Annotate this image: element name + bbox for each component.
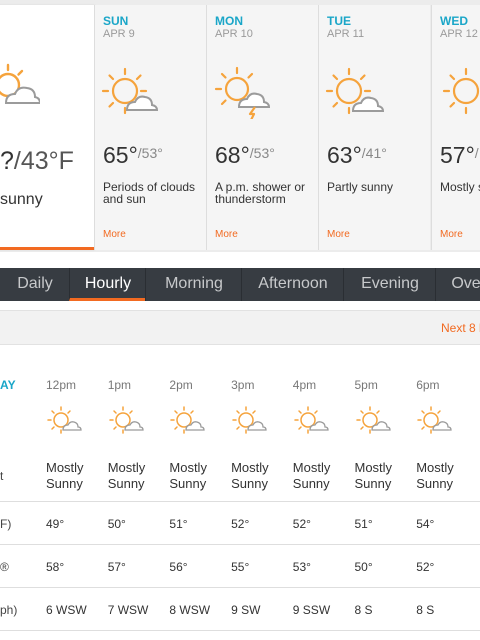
hour-time: 3pm [231,378,255,392]
hour-condition: Mostly Sunny [107,460,146,491]
partly-cloudy-icon [101,67,159,115]
day-card-wed[interactable]: WED APR 12 57°/ Mostly s More [431,5,480,250]
hour-column: 2pm Mostly Sunny 51° 56° 8 WSW [169,346,231,640]
day-name: TUE [327,14,351,28]
tab-afternoon[interactable]: Afternoon [241,268,344,301]
mostly-sunny-icon [46,404,82,436]
day-description: Mostly s [440,180,480,194]
hour-time: 6pm [416,378,440,392]
day-date: APR 10 [215,28,253,40]
hour-realfeel: 56° [169,560,188,574]
day-name: WED [440,14,468,28]
mostly-sunny-icon [169,404,206,436]
next-hours-link[interactable]: Next 8 h [441,321,480,335]
thunderstorm-icon [214,66,271,119]
day-card-sun[interactable]: SUN APR 9 65°/53° Periods of clouds and … [94,5,206,250]
hour-column: 6pm Mostly Sunny 54° 52° 8 S [416,346,478,640]
hour-temperature: 51° [354,517,373,531]
tab-overnight[interactable]: Ove [435,268,480,301]
hourly-forecast-table: AY t F) ® ph) 12pm Mostly Sunny 49° 58° 6 WSW… [0,346,480,640]
hour-column: 4pm Mostly Sunny 52° 53° 9 SSW [293,346,355,640]
hour-wind: 9 SSW [292,603,331,617]
hour-realfeel: 52° [416,560,435,574]
tab-morning[interactable]: Morning [145,268,242,301]
hour-condition: Mostly Sunny [46,460,84,491]
more-link[interactable]: More [103,229,126,240]
hour-condition: Mostly Sunny [292,460,331,491]
hour-time: 12pm [46,378,77,392]
hour-wind: 8 WSW [169,603,211,617]
today-temperature: ?/43°F [0,147,74,175]
hour-condition: Mostly Sunny [169,460,207,491]
today-description: sunny [0,191,43,208]
tab-hourly[interactable]: Hourly [69,268,146,301]
mostly-sunny-icon [416,404,452,436]
hour-column: 3pm Mostly Sunny 52° 55° 9 SW [231,346,293,640]
day-date: APR 12 [440,28,478,40]
day-description: A p.m. shower or thunderstorm [215,180,306,206]
row-label-condition: t [0,469,4,483]
hour-realfeel: 50° [354,560,373,574]
sun-icon [442,67,480,115]
mostly-sunny-icon [108,404,144,436]
tab-daily[interactable]: Daily [0,268,70,301]
hour-time: 5pm [354,378,378,392]
hour-temperature: 54° [416,517,435,531]
hour-temperature: 52° [292,517,311,531]
hour-time: 2pm [169,378,193,392]
day-date: APR 9 [103,28,135,40]
row-label-realfeel: ® [0,560,9,574]
hour-realfeel: 55° [231,560,250,574]
hour-wind: 6 WSW [46,603,87,617]
hour-temperature: 51° [169,517,188,531]
hour-wind: 8 S [354,603,373,617]
hour-wind: 8 S [416,603,435,617]
day-label: AY [0,378,16,392]
hour-temperature: 50° [107,517,126,531]
day-name: SUN [103,14,129,28]
partly-cloudy-icon [0,63,40,104]
hour-realfeel: 57° [107,560,126,574]
partly-sunny-icon [325,67,385,115]
day-date: APR 11 [327,28,365,40]
today-card[interactable]: ?/43°F sunny [0,5,94,250]
hour-temperature: 52° [231,517,250,531]
hour-condition: Mostly Sunny [354,460,393,491]
hour-time: 1pm [107,378,132,392]
hour-condition: Mostly Sunny [231,460,269,491]
hour-column: 12pm Mostly Sunny 49° 58° 6 WSW [46,346,108,640]
tab-evening[interactable]: Evening [343,268,436,301]
hour-wind: 7 WSW [107,603,149,617]
day-description: Periods of clouds and sun [103,180,196,206]
hour-wind: 9 SW [231,603,261,617]
forecast-tabs: Daily Hourly Morning Afternoon Evening O… [0,268,480,301]
day-temperature: 63°/41° [327,142,387,168]
mostly-sunny-icon [355,404,391,436]
more-link[interactable]: More [327,229,350,240]
hour-realfeel: 58° [46,560,65,574]
day-temperature: 68°/53° [215,142,275,168]
hour-column: 1pm Mostly Sunny 50° 57° 7 WSW [108,346,170,640]
hours-navigation-bar: Next 8 h [0,310,480,345]
more-link[interactable]: More [215,229,238,240]
day-temperature: 57°/ [440,142,479,168]
hour-time: 4pm [292,378,317,392]
day-card-tue[interactable]: TUE APR 11 63°/41° Partly sunny More [318,5,430,250]
mostly-sunny-icon [293,404,329,436]
daily-forecast-cards: ?/43°F sunny SUN APR 9 65°/53° Periods o… [0,0,480,252]
day-name: MON [215,14,243,28]
day-description: Partly sunny [327,180,394,194]
row-label-temp: F) [0,517,12,531]
hour-column: 5pm Mostly Sunny 51° 50° 8 S [355,346,417,640]
hour-condition: Mostly Sunny [416,460,454,491]
hour-temperature: 49° [46,517,65,531]
row-label-wind: ph) [0,603,18,617]
day-temperature: 65°/53° [103,142,163,168]
hour-realfeel: 53° [292,560,311,574]
mostly-sunny-icon [231,404,267,436]
day-card-mon[interactable]: MON APR 10 68°/53° A p.m. shower or thun… [206,5,318,250]
more-link[interactable]: More [440,229,463,240]
